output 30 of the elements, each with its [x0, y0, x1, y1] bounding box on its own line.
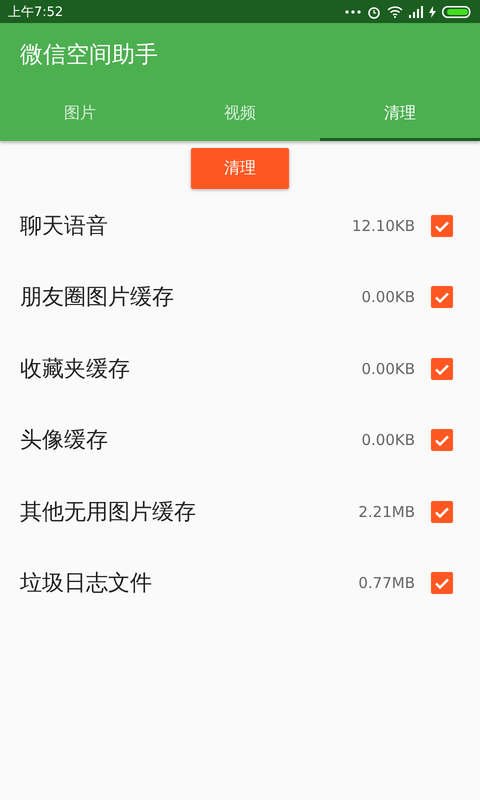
item-name: 朋友圈图片缓存 [20, 284, 175, 312]
app-title: 微信空间助手 [19, 41, 159, 70]
item-name: 其他无用图片缓存 [20, 498, 197, 527]
status-time: 上午7:52 [8, 4, 64, 20]
clean-button[interactable]: 清理 [191, 148, 289, 189]
tab[interactable]: 清理 [320, 88, 480, 141]
more-dots-icon [345, 10, 361, 14]
battery-icon [442, 6, 472, 18]
alarm-clock-icon [367, 4, 381, 18]
item-name: 头像缓存 [20, 427, 109, 456]
charging-icon [429, 6, 436, 18]
item-name: 聊天语音 [20, 212, 109, 241]
item-size: 0.00KB [361, 431, 415, 450]
item-size: 0.77MB [358, 574, 415, 592]
item-name: 收藏夹缓存 [20, 356, 131, 384]
tab[interactable]: 图片 [0, 88, 160, 141]
item-size: 0.00KB [361, 360, 415, 378]
checkbox[interactable] [431, 286, 453, 308]
item-size: 2.21MB [358, 502, 415, 521]
checkbox[interactable] [431, 572, 453, 594]
item-name: 垃圾日志文件 [20, 570, 153, 598]
item-size: 12.10KB [352, 216, 415, 235]
checkbox[interactable] [431, 500, 453, 523]
checkbox[interactable] [431, 429, 453, 452]
checkbox[interactable] [431, 358, 453, 380]
checkbox[interactable] [431, 214, 453, 237]
wifi-icon [387, 6, 403, 18]
signal-icon [409, 6, 423, 18]
tab[interactable]: 视频 [160, 88, 320, 141]
item-size: 0.00KB [361, 288, 415, 306]
